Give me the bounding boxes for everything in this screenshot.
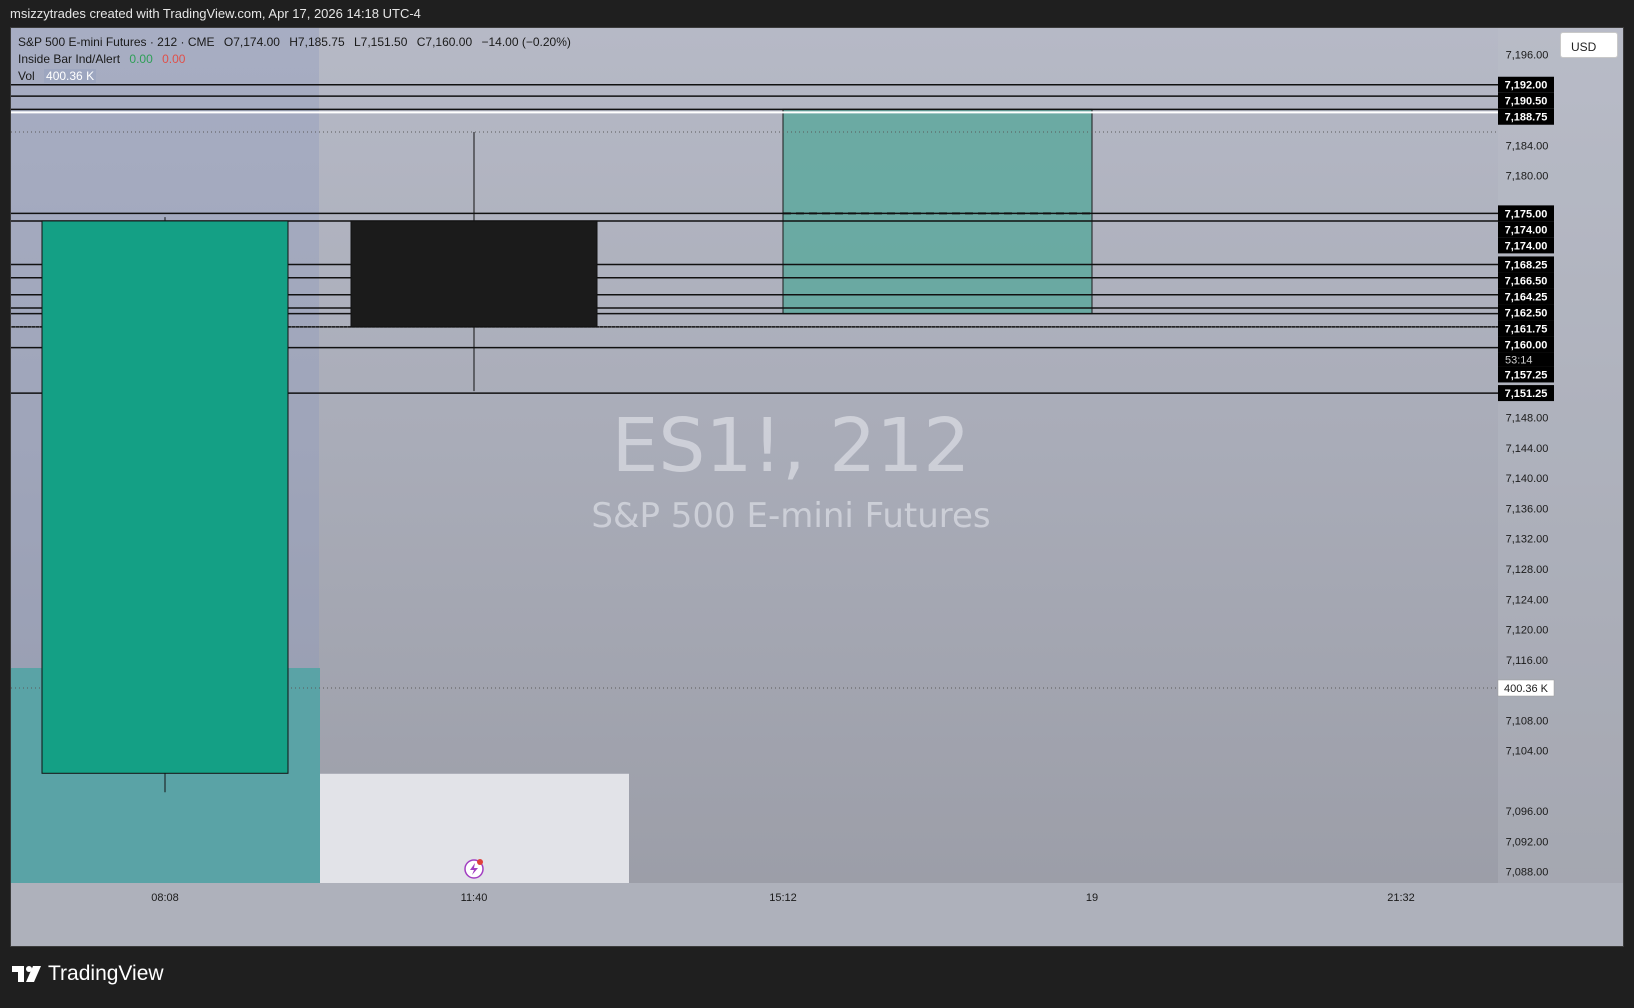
- tradingview-logo-icon: [12, 966, 41, 982]
- legend-symbol: S&P 500 E-mini Futures · 212 · CME: [18, 35, 215, 49]
- price-label: 7,166.50: [1505, 275, 1548, 287]
- legend-symbol-row[interactable]: S&P 500 E-mini Futures · 212 · CME O7,17…: [18, 34, 571, 51]
- y-tick-label: 7,108.00: [1506, 715, 1549, 727]
- price-label: 7,161.75: [1505, 323, 1548, 335]
- y-tick-label: 7,184.00: [1506, 140, 1549, 152]
- y-tick-label: 7,128.00: [1506, 564, 1549, 576]
- chart-caption: msizzytrades created with TradingView.co…: [10, 6, 421, 21]
- y-tick-label: 7,148.00: [1506, 413, 1549, 425]
- candle-body: [350, 220, 598, 328]
- price-label: 7,174.00: [1505, 224, 1548, 236]
- y-tick-label: 7,144.00: [1506, 443, 1549, 455]
- y-tick-label: 7,120.00: [1506, 625, 1549, 637]
- x-tick-label: 08:08: [151, 892, 179, 904]
- price-chart[interactable]: 7,196.00 7,184.00 7,180.00 7,148.00 7,144.00…: [11, 28, 1624, 947]
- legend-open: O7,174.00: [223, 35, 280, 49]
- legend-low: L7,151.50: [354, 35, 408, 49]
- price-label: 7,151.25: [1505, 388, 1548, 400]
- price-label: 7,192.00: [1505, 80, 1548, 92]
- candle-body: [41, 220, 289, 774]
- chart-panel[interactable]: 7,196.00 7,184.00 7,180.00 7,148.00 7,144.00…: [10, 27, 1624, 947]
- x-tick-label: 19: [1086, 892, 1098, 904]
- y-tick-label: 7,096.00: [1506, 806, 1549, 818]
- countdown-label: 53:14: [1505, 354, 1533, 366]
- price-label: 7,160.00: [1505, 339, 1548, 351]
- legend-indicator-row[interactable]: Inside Bar Ind/Alert 0.00 0.00: [18, 51, 571, 68]
- price-label: 7,168.25: [1505, 259, 1548, 271]
- volume-value: 400.36 K: [44, 69, 97, 83]
- tradingview-logo[interactable]: TradingView: [12, 962, 164, 986]
- price-label: 7,164.25: [1505, 291, 1548, 303]
- y-tick-label: 7,088.00: [1506, 867, 1549, 879]
- y-tick-label: 7,104.00: [1506, 746, 1549, 758]
- y-tick-label: 7,116.00: [1506, 655, 1548, 667]
- y-tick-label: 7,196.00: [1506, 49, 1549, 61]
- price-label: 7,188.75: [1505, 112, 1548, 124]
- price-label: 7,174.00: [1505, 240, 1548, 252]
- volume-axis-label: 400.36 K: [1504, 683, 1549, 695]
- currency-button[interactable]: USD: [1560, 32, 1618, 58]
- y-tick-label: 7,132.00: [1506, 534, 1549, 546]
- price-label: 7,175.00: [1505, 208, 1548, 220]
- legend: S&P 500 E-mini Futures · 212 · CME O7,17…: [18, 34, 571, 85]
- price-label: 7,157.25: [1505, 369, 1548, 381]
- notification-dot: [477, 859, 483, 865]
- y-tick-label: 7,140.00: [1506, 473, 1549, 485]
- lightning-icon: [464, 859, 484, 879]
- x-tick-label: 11:40: [461, 892, 488, 904]
- indicator-value-2: 0.00: [162, 52, 186, 66]
- price-label: 7,162.50: [1505, 307, 1548, 319]
- y-tick-label: 7,124.00: [1506, 594, 1549, 606]
- y-tick-label: 7,092.00: [1506, 836, 1549, 848]
- price-label: 7,190.50: [1505, 96, 1548, 108]
- indicator-value-1: 0.00: [129, 52, 153, 66]
- time-axis: [11, 883, 1623, 946]
- legend-high: H7,185.75: [289, 35, 345, 49]
- legend-close: C7,160.00: [416, 35, 473, 49]
- zone-box: [782, 108, 1093, 315]
- brand-name: TradingView: [48, 962, 164, 985]
- x-tick-label: 21:32: [1387, 892, 1415, 904]
- volume-label: Vol: [18, 69, 35, 83]
- x-tick-label: 15:12: [769, 892, 797, 904]
- y-tick-label: 7,180.00: [1506, 171, 1549, 183]
- legend-volume-row[interactable]: Vol 400.36 K: [18, 68, 571, 85]
- legend-change: −14.00 (−0.20%): [481, 35, 571, 49]
- indicator-name: Inside Bar Ind/Alert: [18, 52, 121, 66]
- y-tick-label: 7,136.00: [1506, 503, 1549, 515]
